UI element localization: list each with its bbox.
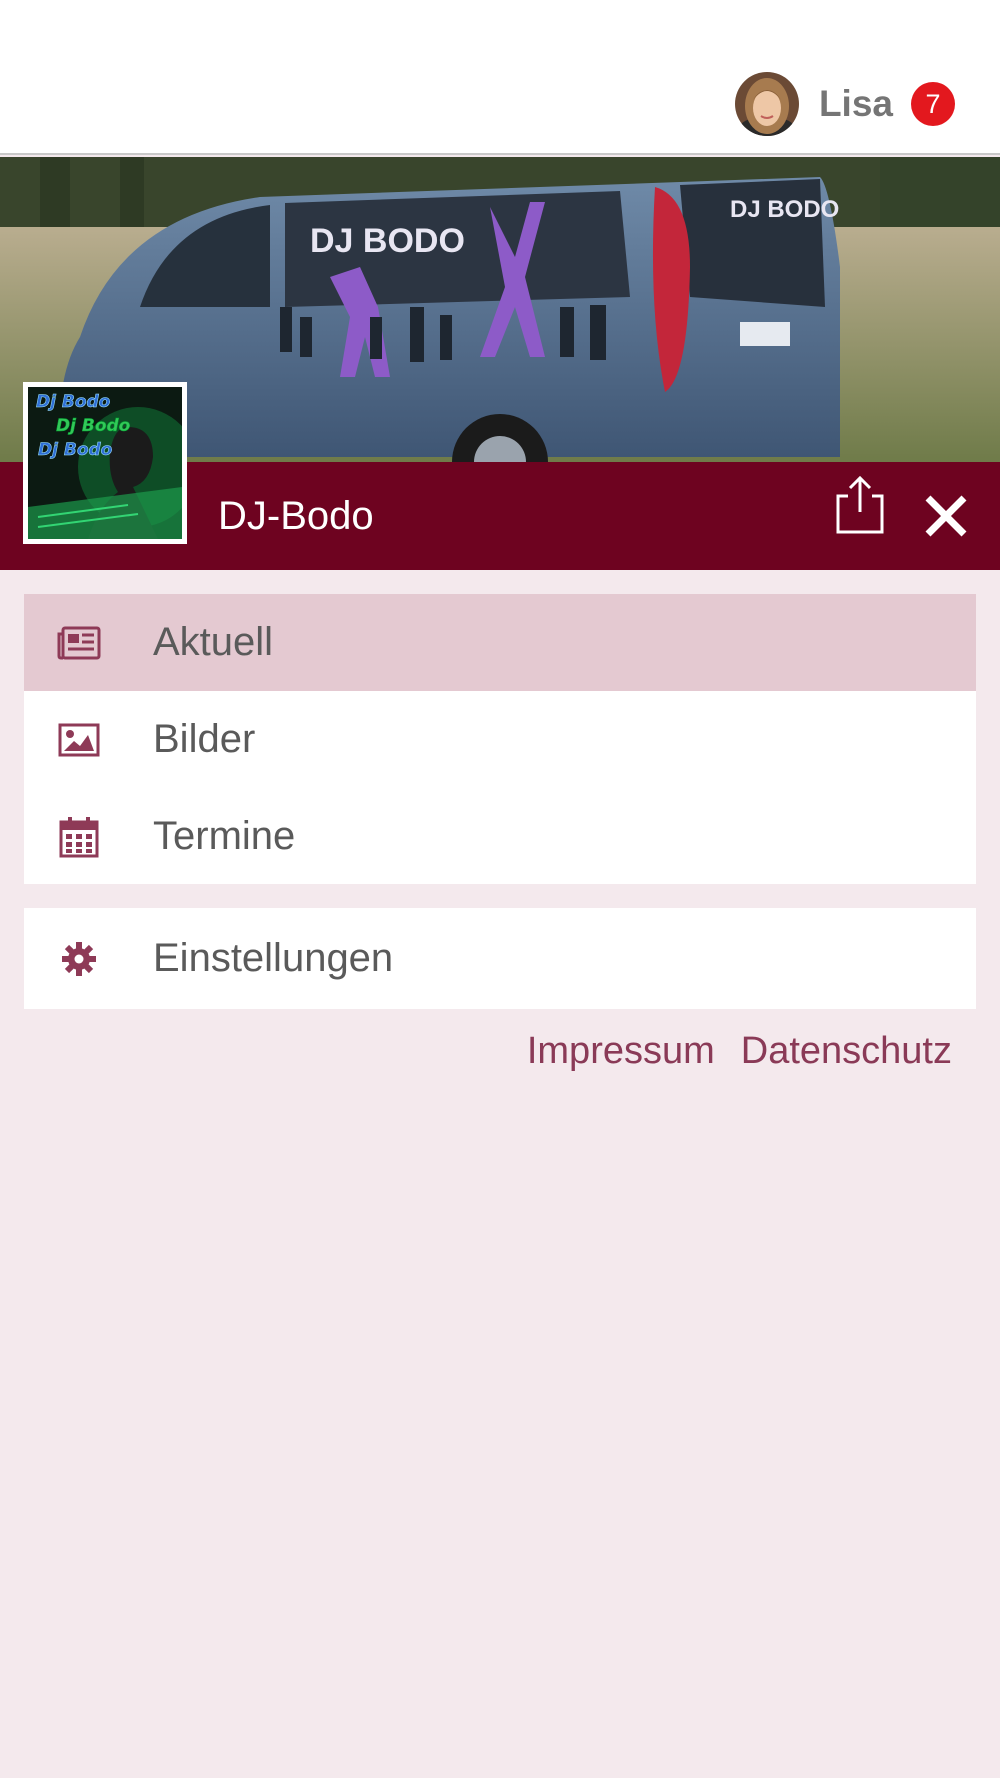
main-menu: Aktuell Bilder Termine bbox=[24, 594, 976, 884]
page-logo: Dj Bodo Dj Bodo Dj Bodo bbox=[23, 382, 187, 544]
impressum-link[interactable]: Impressum bbox=[527, 1030, 715, 1073]
menu-item-bilder[interactable]: Bilder bbox=[24, 691, 976, 788]
newspaper-icon bbox=[57, 621, 101, 665]
share-icon bbox=[836, 475, 884, 534]
gear-icon bbox=[57, 937, 101, 981]
menu-item-aktuell[interactable]: Aktuell bbox=[24, 594, 976, 691]
menu-item-einstellungen[interactable]: Einstellungen bbox=[24, 908, 976, 1009]
user-profile[interactable]: Lisa 7 bbox=[734, 72, 955, 136]
menu-item-label: Aktuell bbox=[153, 620, 274, 664]
menu-item-label: Einstellungen bbox=[153, 936, 394, 980]
van-lettering-rear: DJ BODO bbox=[730, 196, 839, 223]
menu-item-termine[interactable]: Termine bbox=[24, 788, 976, 885]
page-title: DJ-Bodo bbox=[218, 493, 374, 538]
share-button[interactable] bbox=[832, 474, 888, 536]
menu-item-label: Bilder bbox=[153, 717, 256, 761]
calendar-icon bbox=[57, 815, 101, 859]
logo-text-1: Dj Bodo bbox=[36, 392, 111, 412]
menu-item-label: Termine bbox=[153, 814, 296, 858]
user-name[interactable]: Lisa bbox=[819, 83, 893, 125]
notification-badge[interactable]: 7 bbox=[911, 82, 955, 126]
close-button[interactable] bbox=[920, 490, 972, 542]
van-lettering: DJ BODO bbox=[310, 222, 465, 260]
close-icon bbox=[925, 495, 967, 537]
footer-links: Impressum Datenschutz bbox=[527, 1030, 952, 1073]
logo-text-3: Dj Bodo bbox=[38, 440, 113, 460]
avatar[interactable] bbox=[734, 72, 799, 136]
settings-menu: Einstellungen bbox=[24, 908, 976, 1009]
image-icon bbox=[57, 718, 101, 762]
logo-text-2: Dj Bodo bbox=[56, 416, 131, 436]
datenschutz-link[interactable]: Datenschutz bbox=[741, 1030, 952, 1073]
top-bar: Lisa 7 bbox=[0, 0, 1000, 155]
